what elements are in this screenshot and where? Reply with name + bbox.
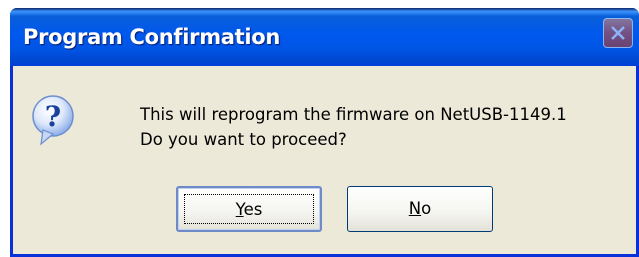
window-title: Program Confirmation (23, 25, 281, 49)
no-button[interactable]: No (347, 186, 493, 232)
message-line-1: This will reprogram the firmware on NetU… (140, 105, 567, 124)
close-icon (611, 26, 625, 40)
yes-button-label: Yes (235, 200, 263, 219)
close-button[interactable] (603, 18, 633, 48)
title-bar[interactable]: Program Confirmation (10, 8, 639, 66)
question-icon: ? (32, 95, 74, 146)
dialog-body: ? This will reprogram the firmware on Ne… (13, 66, 636, 254)
svg-text:?: ? (45, 100, 61, 133)
message-text: This will reprogram the firmware on NetU… (140, 102, 567, 152)
message-line-2: Do you want to proceed? (140, 130, 347, 149)
no-button-label: No (408, 199, 432, 218)
dialog-window: Program Confirmation ? This will reprogr… (10, 8, 639, 257)
yes-button[interactable]: Yes (176, 186, 322, 232)
